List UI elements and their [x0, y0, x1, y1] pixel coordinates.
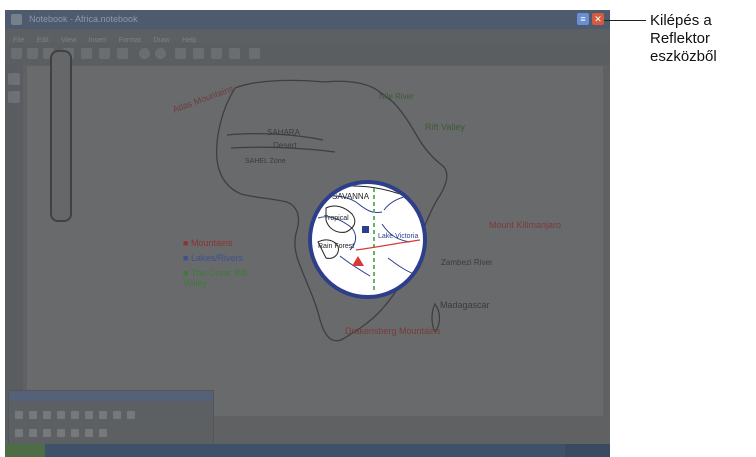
- callout-pointer: [604, 20, 646, 21]
- palette-header[interactable]: [9, 391, 213, 401]
- legend-item-mountains: ■ Mountains: [183, 238, 233, 248]
- taskbar: [5, 444, 610, 457]
- eraser-icon[interactable]: [57, 411, 65, 419]
- page-indicator: [533, 432, 603, 442]
- fill-icon[interactable]: [99, 411, 107, 419]
- spotlight-circle[interactable]: SAVANNA Tropical Rain Forest Lake Victor…: [308, 180, 427, 299]
- record-icon[interactable]: [99, 429, 107, 437]
- map-label-rift: Rift Valley: [425, 122, 465, 132]
- mountain-marker-icon: [352, 256, 364, 266]
- properties-icon[interactable]: [127, 411, 135, 419]
- map-label-sahel: SAHEL Zone: [245, 158, 286, 165]
- line-icon[interactable]: [71, 411, 79, 419]
- shape-icon[interactable]: [85, 411, 93, 419]
- floating-tools-palette: [8, 390, 214, 450]
- map-label-kilimanjaro: Mount Kilimanjaro: [489, 220, 562, 230]
- table-icon[interactable]: [85, 429, 93, 437]
- screen-shade-icon[interactable]: [57, 429, 65, 437]
- select-icon[interactable]: [15, 411, 23, 419]
- pen-icon[interactable]: [29, 411, 37, 419]
- map-label-desert: Desert: [273, 141, 297, 150]
- spotlight-overlay-screen: Notebook - Africa.notebook ≡ ✕ File Edit…: [5, 10, 610, 457]
- redo-icon[interactable]: [29, 429, 37, 437]
- legend-item-rift: ■ The Great Rift Valley: [183, 268, 248, 288]
- map-label-nile: Nile River: [379, 92, 414, 101]
- lens-label-victoria: Lake Victoria: [378, 233, 418, 240]
- lens-label-savanna: SAVANNA: [332, 192, 370, 201]
- map-label-zambezi: Zambezi River: [441, 258, 493, 267]
- page-scroller[interactable]: [50, 50, 72, 222]
- full-screen-icon[interactable]: [71, 429, 79, 437]
- creative-pen-icon[interactable]: [43, 411, 51, 419]
- lens-label-tropical: Tropical: [324, 215, 349, 222]
- start-button[interactable]: [5, 444, 45, 457]
- lens-label-forest: Rain Forest: [318, 243, 354, 250]
- map-legend: ■ Mountains ■ Lakes/Rivers ■ The Great R…: [183, 238, 273, 288]
- map-label-madagascar: Madagascar: [440, 300, 490, 310]
- map-label-sahara: SAHARA: [267, 128, 300, 137]
- undo-icon[interactable]: [15, 429, 23, 437]
- legend-item-lakes: ■ Lakes/Rivers: [183, 253, 243, 263]
- delete-icon[interactable]: [43, 429, 51, 437]
- text-icon[interactable]: [113, 411, 121, 419]
- system-tray: [565, 444, 610, 457]
- map-label-drakensberg: Drakensberg Mountains: [345, 326, 441, 336]
- callout-label: Kilépés a Reflektor eszközből: [650, 12, 717, 65]
- spotlight-content: SAVANNA Tropical Rain Forest Lake Victor…: [317, 185, 421, 292]
